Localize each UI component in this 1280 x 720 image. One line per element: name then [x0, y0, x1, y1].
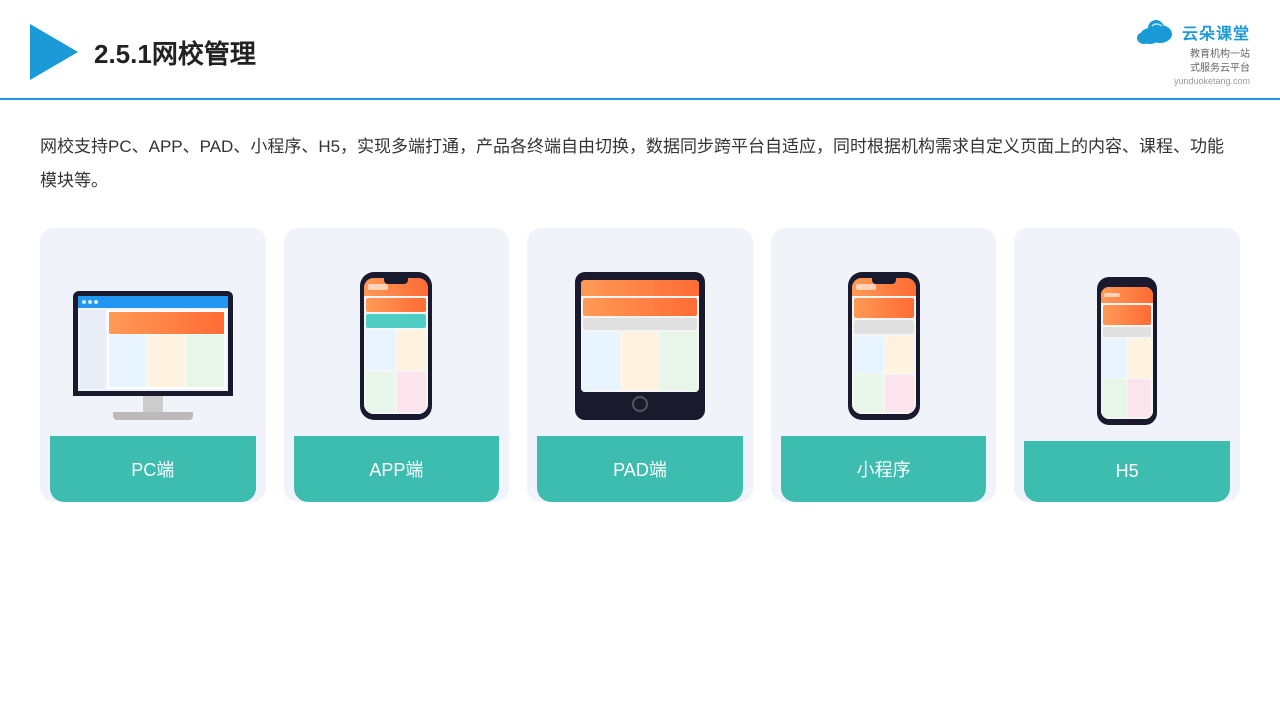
page-title: 2.5.1网校管理 — [94, 34, 256, 71]
brand-logo-icon: 云朵课堂 — [1134, 18, 1250, 46]
content: 网校支持PC、APP、PAD、小程序、H5，实现多端打通，产品各终端自由切换，数… — [0, 100, 1280, 522]
description-text: 网校支持PC、APP、PAD、小程序、H5，实现多端打通，产品各终端自由切换，数… — [40, 130, 1240, 198]
phone-notch-mini — [872, 278, 896, 284]
header-left: 2.5.1网校管理 — [30, 24, 256, 80]
phone-screen-miniprogram — [852, 278, 916, 414]
screen-sidebar — [80, 310, 105, 389]
screen-body — [78, 308, 228, 391]
device-card-pc: PC端 — [40, 228, 266, 502]
phone-mini-top — [1101, 287, 1153, 303]
tablet-mock — [575, 272, 705, 420]
monitor-frame — [73, 291, 233, 396]
device-label-pad: PAD端 — [537, 436, 743, 502]
device-card-pad: PAD端 — [527, 228, 753, 502]
screen-banner — [109, 312, 224, 334]
device-label-h5: H5 — [1024, 441, 1230, 502]
brand-logo: 云朵课堂 教育机构一站 式服务云平台 yunduoketang.com — [1134, 18, 1250, 86]
monitor-screen-content — [78, 296, 228, 391]
desktop-mock — [73, 291, 233, 420]
monitor-base — [113, 412, 193, 420]
phone-screen-content — [364, 296, 428, 414]
screen-cards — [109, 335, 224, 387]
header-right: 云朵课堂 教育机构一站 式服务云平台 yunduoketang.com — [1134, 18, 1250, 86]
brand-name: 云朵课堂 — [1182, 20, 1250, 44]
phone-mini-screen — [1101, 287, 1153, 419]
device-image-miniprogram — [781, 250, 987, 420]
brand-url: yunduoketang.com — [1174, 76, 1250, 86]
screen-header-bar — [78, 296, 228, 308]
tablet-home-btn — [632, 396, 648, 412]
monitor-neck — [143, 396, 163, 412]
phone-screen-app — [364, 278, 428, 414]
phone-mock-app — [360, 272, 432, 420]
device-label-pc: PC端 — [50, 436, 256, 502]
tablet-screen-top — [581, 280, 699, 296]
phone-mini-body — [1101, 303, 1153, 419]
phone-notch — [384, 278, 408, 284]
devices-grid: PC端 — [40, 228, 1240, 502]
device-image-h5 — [1024, 250, 1230, 425]
device-card-h5: H5 — [1014, 228, 1240, 502]
phone-mini-notch — [1117, 277, 1137, 285]
phone-screen-content-mini — [852, 296, 916, 414]
device-label-app: APP端 — [294, 436, 500, 502]
device-image-pad — [537, 250, 743, 420]
device-card-app: APP端 — [284, 228, 510, 502]
cloud-icon — [1134, 18, 1176, 46]
screen-main-area — [107, 310, 226, 389]
phone-mock-h5 — [1097, 277, 1157, 425]
logo-triangle-icon — [30, 24, 78, 80]
phone-mock-miniprogram — [848, 272, 920, 420]
brand-subtitle: 教育机构一站 式服务云平台 — [1190, 48, 1250, 76]
device-image-pc — [50, 250, 256, 420]
header: 2.5.1网校管理 云朵课堂 教育机构一站 式服务云平台 yunduoket — [0, 0, 1280, 100]
device-card-miniprogram: 小程序 — [771, 228, 997, 502]
tablet-screen — [581, 280, 699, 392]
device-image-app — [294, 250, 500, 420]
device-label-miniprogram: 小程序 — [781, 436, 987, 502]
tablet-screen-body — [581, 296, 699, 392]
